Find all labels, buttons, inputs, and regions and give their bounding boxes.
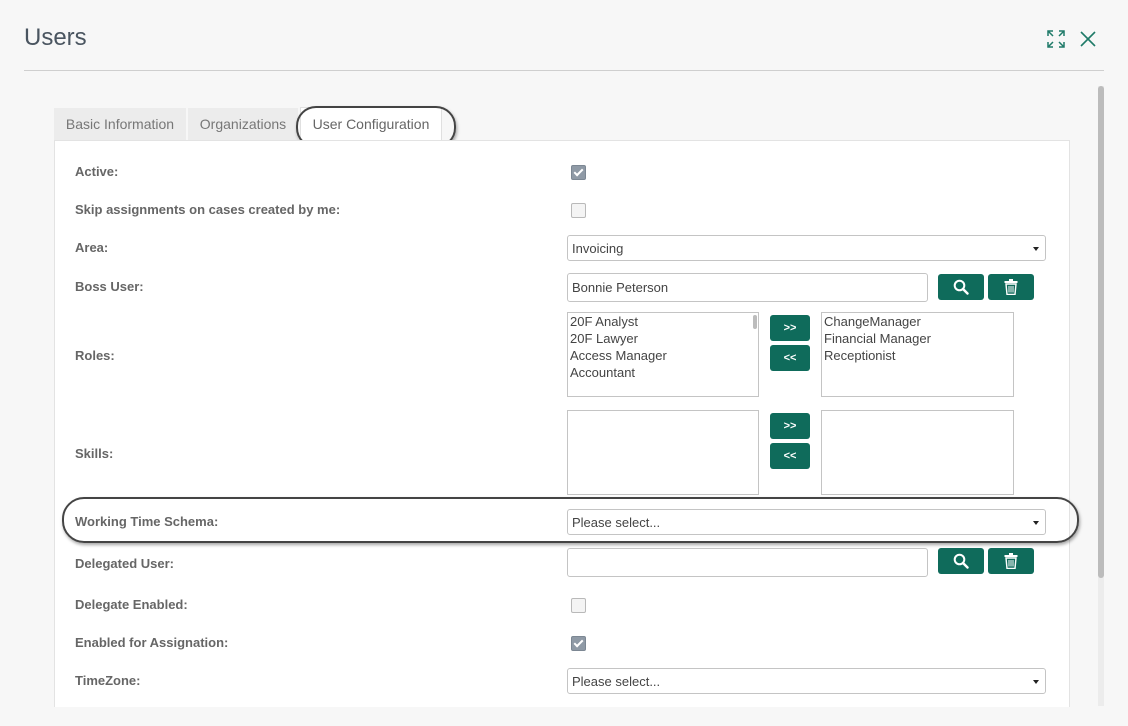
users-dialog: Users Basic Information Organizations Us… bbox=[0, 0, 1128, 726]
list-item[interactable]: Access Manager bbox=[568, 347, 758, 364]
list-item[interactable]: 20F Analyst bbox=[568, 313, 758, 330]
area-select-value: Invoicing bbox=[572, 241, 624, 256]
active-checkbox[interactable] bbox=[571, 165, 586, 180]
chevron-down-icon bbox=[1033, 521, 1039, 525]
skip-assignments-label: Skip assignments on cases created by me: bbox=[75, 202, 341, 217]
expand-icon[interactable] bbox=[1047, 30, 1065, 53]
delegated-user-input[interactable] bbox=[567, 548, 928, 577]
chevron-down-icon bbox=[1033, 680, 1039, 684]
roles-add-button[interactable]: >> bbox=[770, 315, 810, 341]
working-time-schema-select[interactable]: Please select... bbox=[567, 509, 1046, 535]
delegated-user-label: Delegated User: bbox=[75, 556, 174, 571]
timezone-value: Please select... bbox=[572, 674, 661, 689]
tab-organizations[interactable]: Organizations bbox=[188, 108, 298, 140]
skills-available-list[interactable] bbox=[567, 410, 759, 495]
enabled-for-assignation-checkbox[interactable] bbox=[571, 636, 586, 651]
skills-selected-list[interactable] bbox=[821, 410, 1014, 495]
working-time-schema-value: Please select... bbox=[572, 515, 661, 530]
timezone-select[interactable]: Please select... bbox=[567, 668, 1046, 694]
boss-user-clear-button[interactable] bbox=[988, 274, 1034, 300]
skills-add-button[interactable]: >> bbox=[770, 413, 810, 439]
delegate-enabled-label: Delegate Enabled: bbox=[75, 597, 188, 612]
enabled-for-assignation-label: Enabled for Assignation: bbox=[75, 635, 229, 650]
delegated-user-search-button[interactable] bbox=[938, 548, 984, 574]
roles-selected-list[interactable]: ChangeManager Financial Manager Receptio… bbox=[821, 312, 1014, 397]
roles-available-list[interactable]: 20F Analyst 20F Lawyer Access Manager Ac… bbox=[567, 312, 759, 397]
area-label: Area: bbox=[75, 240, 109, 255]
skip-assignments-checkbox[interactable] bbox=[571, 203, 586, 218]
dialog-title: Users bbox=[24, 24, 87, 51]
scrollbar-thumb[interactable] bbox=[1098, 86, 1104, 578]
boss-user-search-button[interactable] bbox=[938, 274, 984, 300]
search-icon bbox=[953, 553, 969, 569]
list-scrollbar-thumb[interactable] bbox=[753, 315, 757, 329]
trash-icon bbox=[1004, 279, 1018, 295]
skills-label: Skills: bbox=[75, 446, 114, 461]
close-icon[interactable] bbox=[1080, 31, 1096, 52]
delegated-user-clear-button[interactable] bbox=[988, 548, 1034, 574]
timezone-label: TimeZone: bbox=[75, 673, 141, 688]
tab-user-configuration[interactable]: User Configuration bbox=[300, 107, 442, 141]
working-time-schema-label: Working Time Schema: bbox=[75, 514, 219, 529]
roles-label: Roles: bbox=[75, 348, 115, 363]
search-icon bbox=[953, 279, 969, 295]
trash-icon bbox=[1004, 553, 1018, 569]
boss-user-input[interactable]: Bonnie Peterson bbox=[567, 273, 928, 302]
roles-remove-button[interactable]: << bbox=[770, 345, 810, 371]
delegate-enabled-checkbox[interactable] bbox=[571, 598, 586, 613]
boss-user-label: Boss User: bbox=[75, 279, 144, 294]
active-label: Active: bbox=[75, 164, 119, 179]
area-select[interactable]: Invoicing bbox=[567, 235, 1046, 261]
list-item[interactable]: Financial Manager bbox=[822, 330, 1013, 347]
skills-remove-button[interactable]: << bbox=[770, 443, 810, 469]
list-item[interactable]: 20F Lawyer bbox=[568, 330, 758, 347]
tab-basic-information[interactable]: Basic Information bbox=[54, 108, 186, 140]
list-item[interactable]: ChangeManager bbox=[822, 313, 1013, 330]
chevron-down-icon bbox=[1033, 247, 1039, 251]
list-item[interactable]: Accountant bbox=[568, 364, 758, 381]
header-divider bbox=[24, 70, 1104, 71]
list-item[interactable]: Receptionist bbox=[822, 347, 1013, 364]
